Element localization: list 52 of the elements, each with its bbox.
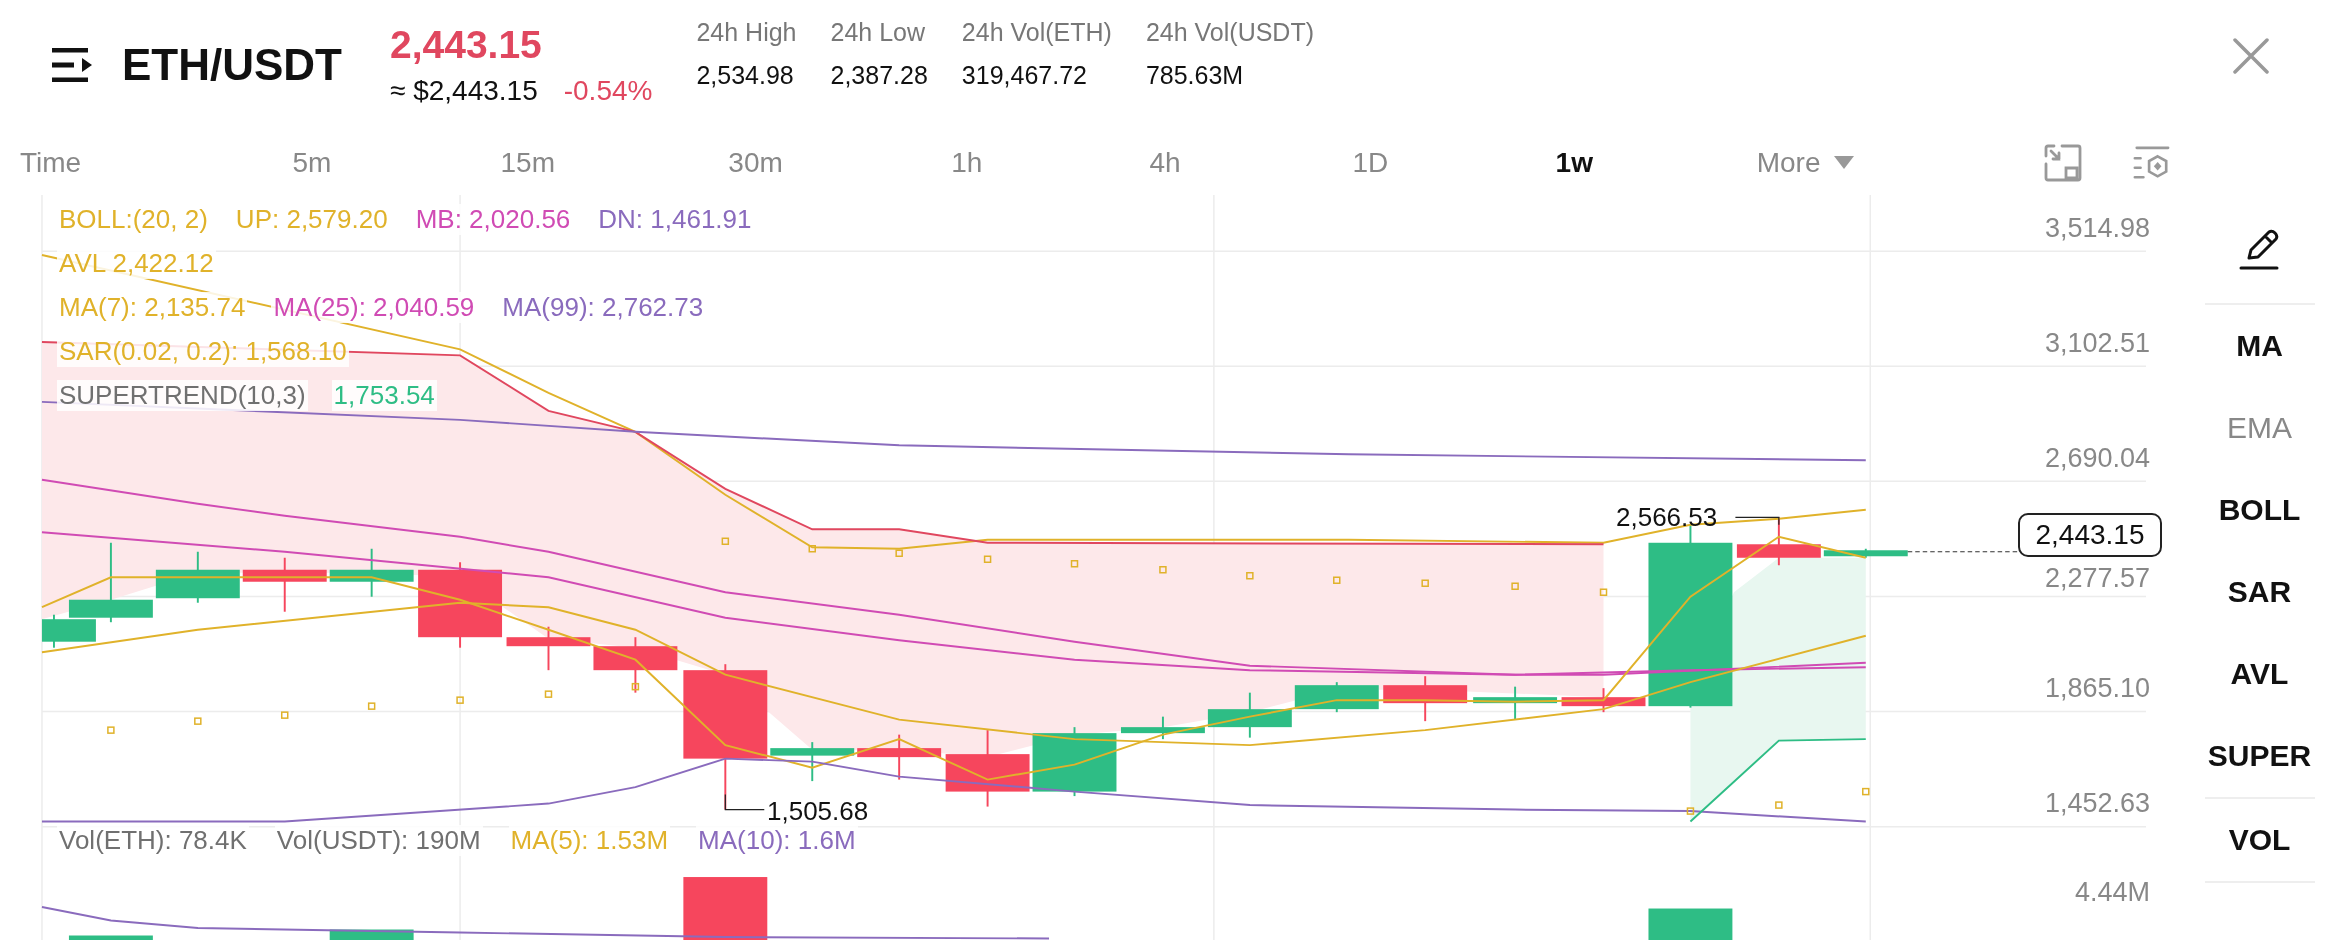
volume-value: MA(10): 1.6M [696, 825, 858, 856]
indicator-toggle[interactable]: SUPER [2174, 715, 2345, 797]
stat-value: 2,534.98 [696, 61, 795, 90]
indicator-value: 1,753.54 [331, 379, 437, 411]
indicator-toggle[interactable]: SAR [2174, 551, 2345, 633]
leader-line [724, 794, 765, 811]
pencil-icon[interactable] [2238, 228, 2281, 270]
high-price-marker: 2,566.53 [1616, 502, 1718, 532]
price-axis-label: 2,690.04 [2044, 443, 2150, 474]
stat-value: 785.63M [1145, 61, 1245, 90]
low-price-marker: 1,505.68 [767, 796, 869, 826]
volume-value: Vol(USDT): 190M [274, 825, 483, 856]
interval-tab[interactable]: 1D [1352, 146, 1556, 179]
indicator-value: SUPERTREND(10,3) [57, 379, 308, 411]
interval-tab[interactable]: 30m [728, 146, 952, 179]
interval-tab[interactable]: Time [20, 146, 293, 179]
last-price-label: 2,443.15 [2018, 513, 2162, 557]
more-dropdown[interactable]: More [1756, 146, 2044, 179]
stat-label: 24h Vol(USDT) [1145, 18, 1315, 47]
indicator-toggle[interactable]: MA [2174, 305, 2345, 387]
interval-tab[interactable]: 1w [1555, 146, 1757, 179]
price-change: -0.54% [563, 75, 653, 107]
stat-label: 24h Vol(ETH) [961, 18, 1112, 47]
minimize-window-icon[interactable] [2044, 143, 2082, 182]
indicator-value: AVL 2,422.12 [57, 247, 216, 279]
price-axis-label: 1,865.10 [2044, 673, 2150, 704]
price-axis-label: 1,452.63 [2044, 788, 2150, 819]
indicator-toggle[interactable]: BOLL [2174, 469, 2345, 551]
pair-symbol: ETH/USDT [122, 40, 342, 90]
volume-axis-label: 4.44M [2074, 877, 2150, 908]
interval-tab[interactable]: 5m [292, 146, 501, 179]
interval-tab[interactable]: 4h [1149, 146, 1353, 179]
close-icon[interactable] [2233, 38, 2269, 74]
indicator-toggle[interactable]: EMA [2174, 387, 2345, 469]
interval-tab[interactable]: 1h [951, 146, 1150, 179]
price-axis-label: 3,514.98 [2044, 213, 2150, 244]
chart-settings-icon[interactable] [2132, 143, 2170, 182]
interval-tab[interactable]: 15m [500, 146, 729, 179]
stat-value: 2,387.28 [830, 61, 928, 90]
stat-label: 24h Low [830, 18, 927, 47]
stat-value: 319,467.72 [961, 61, 1088, 90]
stat-label: 24h High [696, 18, 797, 47]
indicator-toggle[interactable]: AVL [2174, 633, 2345, 715]
indicator-toggle[interactable]: VOL [2174, 799, 2345, 881]
price-axis-label: 3,102.51 [2044, 328, 2150, 359]
last-price: 2,443.15 [390, 23, 543, 67]
volume-value: MA(5): 1.53M [508, 825, 671, 856]
volume-value: Vol(ETH): 78.4K [57, 825, 249, 856]
leader-line [1734, 516, 1780, 526]
caret-icon [1834, 156, 1855, 169]
price-axis-label: 2,277.57 [2044, 563, 2150, 594]
usd-price: ≈ $2,443.15 [390, 75, 538, 107]
